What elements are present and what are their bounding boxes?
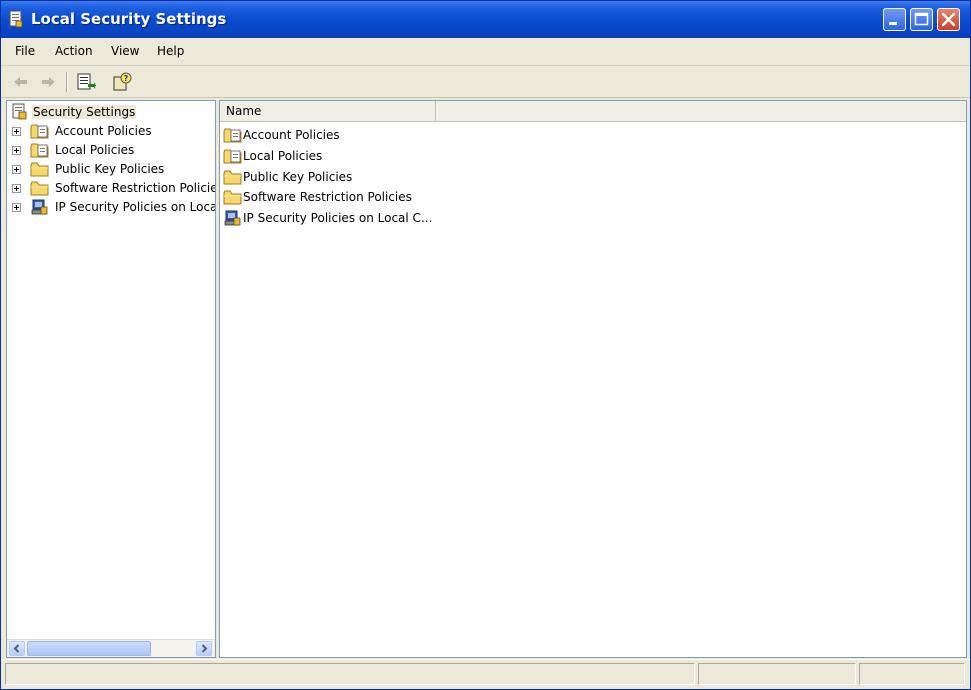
column-header-name[interactable]: Name <box>220 101 436 121</box>
tree-item-label: Local Policies <box>55 143 135 157</box>
ip-security-icon <box>223 209 243 227</box>
list-item-local-policies[interactable]: Local Policies <box>222 146 522 166</box>
list-item-account-policies[interactable]: Account Policies <box>222 125 522 145</box>
toolbar-separator <box>66 72 68 92</box>
menu-file[interactable]: File <box>15 44 35 58</box>
tree-root-label: Security Settings <box>32 105 137 119</box>
tree-item-label: IP Security Policies on Loca <box>55 200 216 214</box>
close-button[interactable] <box>937 8 960 31</box>
tree-item-public-key-policies[interactable]: Public Key Policies <box>7 160 215 178</box>
status-panel-tertiary <box>859 663 965 685</box>
policy-folder-icon <box>223 126 243 144</box>
local-security-settings-app-icon <box>9 10 23 28</box>
window-title: Local Security Settings <box>31 10 227 28</box>
expand-toggle-icon[interactable] <box>12 203 21 212</box>
tree-item-ip-security-policies[interactable]: IP Security Policies on Loca <box>7 198 215 216</box>
maximize-button[interactable] <box>910 8 933 31</box>
chevron-right-icon <box>201 644 208 653</box>
list-item-label: Public Key Policies <box>243 170 353 184</box>
tree-item-label: Account Policies <box>55 124 152 138</box>
expand-toggle-icon[interactable] <box>12 165 21 174</box>
back-button[interactable] <box>10 71 32 93</box>
list-item-label: Account Policies <box>243 128 340 142</box>
folder-icon <box>30 179 50 197</box>
minimize-icon <box>889 22 897 25</box>
scroll-left-button[interactable] <box>9 641 25 656</box>
tree-item-account-policies[interactable]: Account Policies <box>7 122 215 140</box>
tree-item-label: Public Key Policies <box>55 162 165 176</box>
minimize-button[interactable] <box>883 8 906 31</box>
list-item-label: Software Restriction Policies <box>243 190 412 204</box>
close-icon <box>941 12 956 27</box>
scroll-right-button[interactable] <box>196 641 212 656</box>
status-panel-secondary <box>698 663 856 685</box>
menu-bar: File Action View Help <box>1 38 970 66</box>
expand-toggle-icon[interactable] <box>12 127 21 136</box>
column-header-label: Name <box>226 104 262 118</box>
list-item-software-restriction-policies[interactable]: Software Restriction Policies <box>222 187 522 207</box>
expand-toggle-icon[interactable] <box>12 146 21 155</box>
ip-security-icon <box>30 198 50 216</box>
forward-arrow-icon <box>42 77 55 87</box>
policy-folder-icon <box>30 122 50 140</box>
help-button[interactable]: ? <box>111 71 133 93</box>
horizontal-scrollbar[interactable] <box>7 639 215 657</box>
list-pane[interactable]: Name Account Policies Local Policies Pub… <box>219 100 967 658</box>
tree-item-label: Software Restriction Policie <box>55 181 216 195</box>
forward-button[interactable] <box>37 71 59 93</box>
app-window: Local Security Settings File Action View… <box>0 0 971 690</box>
policy-folder-icon <box>30 141 50 159</box>
svg-text:?: ? <box>124 74 129 83</box>
help-icon: ? <box>113 72 132 91</box>
chevron-left-icon <box>13 644 20 653</box>
list-item-label: IP Security Policies on Local C... <box>243 211 433 225</box>
back-arrow-icon <box>14 77 27 87</box>
menu-view[interactable]: View <box>111 44 139 58</box>
menu-help[interactable]: Help <box>157 44 184 58</box>
expand-toggle-icon[interactable] <box>12 184 21 193</box>
list-item-public-key-policies[interactable]: Public Key Policies <box>222 167 522 187</box>
scroll-thumb[interactable] <box>27 641 151 656</box>
tree-item-software-restriction-policies[interactable]: Software Restriction Policie <box>7 179 215 197</box>
title-bar[interactable]: Local Security Settings <box>1 1 970 38</box>
tree-pane[interactable]: Security Settings Account Policies Local… <box>6 100 216 658</box>
toolbar: ? <box>1 66 970 98</box>
export-list-button[interactable] <box>75 71 97 93</box>
status-panel-main <box>5 663 695 685</box>
security-settings-icon <box>11 103 29 124</box>
menu-action[interactable]: Action <box>55 44 93 58</box>
list-header: Name <box>220 101 966 122</box>
maximize-icon <box>914 12 929 26</box>
tree-item-local-policies[interactable]: Local Policies <box>7 141 215 159</box>
folder-icon <box>30 160 50 178</box>
policy-folder-icon <box>223 147 243 165</box>
folder-icon <box>223 168 243 186</box>
status-bar <box>1 659 970 688</box>
export-list-icon <box>77 73 96 90</box>
list-item-label: Local Policies <box>243 149 323 163</box>
folder-icon <box>223 188 243 206</box>
list-item-ip-security-policies[interactable]: IP Security Policies on Local C... <box>222 208 522 228</box>
